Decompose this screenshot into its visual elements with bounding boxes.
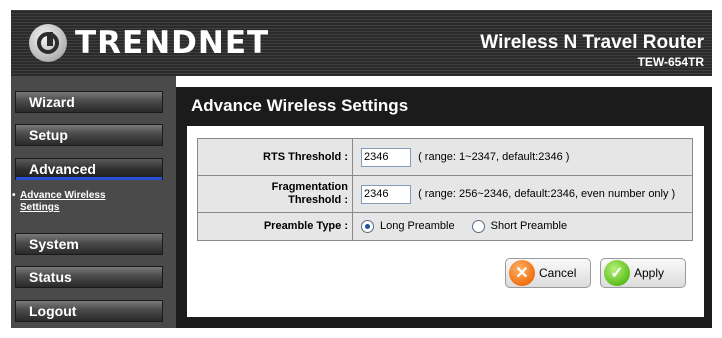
- fragmentation-threshold-row: Fragmentation Threshold : 2346 ( range: …: [197, 175, 693, 213]
- preamble-type-label: Preamble Type :: [197, 212, 353, 241]
- page-title: Advance Wireless Settings: [191, 96, 409, 115]
- long-preamble-radio[interactable]: [361, 220, 374, 233]
- long-preamble-option[interactable]: Long Preamble: [361, 220, 458, 233]
- apply-check-icon: ✓: [604, 260, 630, 286]
- subitem-label-line1: Advance Wireless: [20, 190, 106, 201]
- fragmentation-label-line1: Fragmentation: [271, 181, 348, 193]
- long-preamble-label: Long Preamble: [380, 220, 455, 233]
- header-bar: TRENDNET Wireless N Travel Router TEW-65…: [11, 10, 712, 76]
- short-preamble-option[interactable]: Short Preamble: [471, 220, 568, 233]
- rts-threshold-input[interactable]: 2346: [361, 147, 411, 167]
- product-title: Wireless N Travel Router: [480, 32, 704, 53]
- rts-threshold-row: RTS Threshold : 2346 ( range: 1~2347, de…: [197, 138, 693, 176]
- fragmentation-threshold-input[interactable]: 2346: [361, 184, 411, 204]
- page: TRENDNET Wireless N Travel Router TEW-65…: [0, 0, 722, 338]
- cancel-label: Cancel: [539, 266, 577, 280]
- fragmentation-label-line2: Threshold :: [288, 194, 348, 206]
- cancel-button[interactable]: ✕ Cancel: [505, 258, 591, 288]
- fragmentation-threshold-label: Fragmentation Threshold :: [197, 175, 353, 213]
- apply-label: Apply: [634, 266, 665, 280]
- sidebar-item-wizard[interactable]: Wizard: [15, 91, 163, 113]
- short-preamble-radio[interactable]: [471, 220, 485, 233]
- sidebar-item-setup[interactable]: Setup: [15, 124, 163, 146]
- preamble-type-row: Preamble Type : Long Preamble Short Prea…: [197, 212, 693, 241]
- bullet-icon: •: [12, 190, 16, 201]
- cancel-x-icon: ✕: [509, 260, 535, 286]
- sidebar-item-advanced[interactable]: Advanced: [15, 158, 163, 180]
- fragmentation-threshold-hint: ( range: 256~2346, default:2346, even nu…: [418, 188, 676, 200]
- apply-button[interactable]: ✓ Apply: [600, 258, 686, 288]
- trendnet-logo-icon: [29, 24, 67, 62]
- brand-name: TRENDNET: [75, 25, 270, 61]
- rts-threshold-label: RTS Threshold :: [197, 138, 353, 176]
- brand-logo: TRENDNET: [29, 23, 269, 63]
- settings-table: RTS Threshold : 2346 ( range: 1~2347, de…: [197, 138, 693, 241]
- sidebar-item-system[interactable]: System: [15, 233, 163, 255]
- sidebar-item-status[interactable]: Status: [15, 266, 163, 288]
- rts-threshold-hint: ( range: 1~2347, default:2346 ): [418, 151, 570, 163]
- sidebar-item-logout[interactable]: Logout: [15, 300, 163, 322]
- sidebar-subitem-advance-wireless-settings[interactable]: • Advance Wireless Settings: [12, 190, 160, 214]
- short-preamble-label: Short Preamble: [490, 220, 568, 233]
- product-model: TEW-654TR: [637, 55, 704, 69]
- subitem-label-line2: Settings: [20, 202, 60, 213]
